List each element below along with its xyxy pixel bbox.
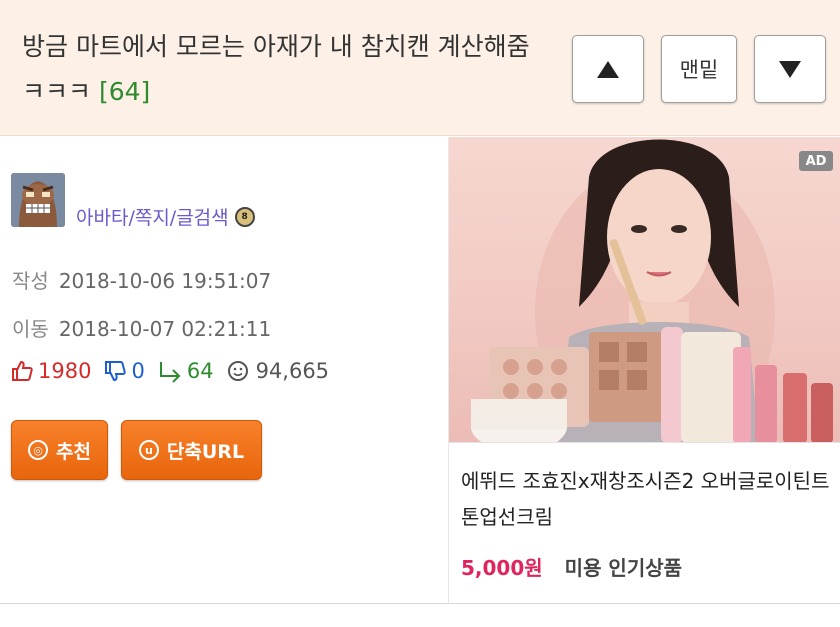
post-title: 방금 마트에서 모르는 아재가 내 참치캔 계산해줌ㅋㅋㅋ [64] bbox=[22, 24, 542, 114]
written-label: 작성 bbox=[12, 269, 49, 293]
moved-label: 이동 bbox=[12, 317, 49, 341]
ad-product-title[interactable]: 에뛰드 조효진x재창조시즌2 오버글로이틴트 톤업선크림 bbox=[461, 463, 833, 535]
upvote-stat: 1980 bbox=[10, 359, 91, 383]
moved-date: 2018-10-07 02:21:11 bbox=[58, 317, 272, 341]
short-url-label: 단축URL bbox=[166, 440, 245, 463]
written-date-line: 작성 2018-10-06 19:51:07 bbox=[12, 265, 271, 294]
avatar[interactable] bbox=[11, 173, 65, 227]
ad-price-row: 5,000원 미용 인기상품 bbox=[461, 552, 682, 581]
views-stat: 94,665 bbox=[226, 359, 329, 383]
scroll-down-button[interactable] bbox=[754, 35, 826, 103]
post-title-bar: 방금 마트에서 모르는 아재가 내 참치캔 계산해줌ㅋㅋㅋ [64] 맨밑 bbox=[0, 0, 840, 136]
post-info: 아바타/쪽지/글검색 8 작성 2018-10-06 19:51:07 이동 201… bbox=[0, 137, 448, 603]
reply-stat-count: 64 bbox=[186, 359, 214, 383]
post-stats: 1980 0 64 94,665 bbox=[10, 359, 341, 383]
upvote-count: 1980 bbox=[38, 359, 92, 383]
short-url-button[interactable]: u 단축URL bbox=[121, 420, 262, 480]
reply-stat: 64 bbox=[157, 359, 214, 383]
author-links-text[interactable]: 아바타/쪽지/글검색 bbox=[76, 203, 229, 230]
ad-product-image[interactable]: AD bbox=[449, 137, 840, 443]
avatar-image bbox=[11, 173, 65, 227]
written-date: 2018-10-06 19:51:07 bbox=[58, 269, 272, 293]
go-bottom-button[interactable]: 맨밑 bbox=[661, 35, 737, 103]
thumbs-down-icon bbox=[105, 361, 127, 382]
recommend-button[interactable]: ◎ 추천 bbox=[11, 420, 108, 480]
views-count: 94,665 bbox=[255, 359, 330, 383]
reply-count[interactable]: [64] bbox=[99, 77, 150, 106]
short-url-circle-icon: u bbox=[138, 440, 159, 460]
author-links[interactable]: 아바타/쪽지/글검색 8 bbox=[76, 203, 255, 230]
thumbs-up-icon bbox=[12, 360, 33, 381]
recommend-circle-icon: ◎ bbox=[28, 440, 49, 460]
ad-price: 5,000원 bbox=[461, 556, 543, 580]
divider bbox=[0, 603, 840, 604]
recommend-label: 추천 bbox=[56, 440, 91, 463]
ad-badge: AD bbox=[799, 151, 833, 171]
level-badge-icon: 8 bbox=[234, 206, 255, 227]
arrow-down-icon bbox=[779, 60, 801, 78]
scroll-up-button[interactable] bbox=[572, 35, 644, 103]
ad-category: 미용 인기상품 bbox=[564, 556, 683, 580]
cosmetics-photo bbox=[471, 139, 833, 442]
moved-date-line: 이동 2018-10-07 02:21:11 bbox=[12, 313, 271, 342]
arrow-up-icon bbox=[597, 60, 619, 78]
reply-arrow-icon bbox=[159, 362, 181, 383]
smiley-views-icon bbox=[227, 361, 248, 381]
ad-card[interactable]: AD 에뛰드 조효진x재창조시즌2 오버글로이틴트 톤업선크림 5,000원 미… bbox=[448, 137, 840, 603]
downvote-stat: 0 bbox=[103, 359, 145, 383]
downvote-count: 0 bbox=[131, 359, 145, 383]
